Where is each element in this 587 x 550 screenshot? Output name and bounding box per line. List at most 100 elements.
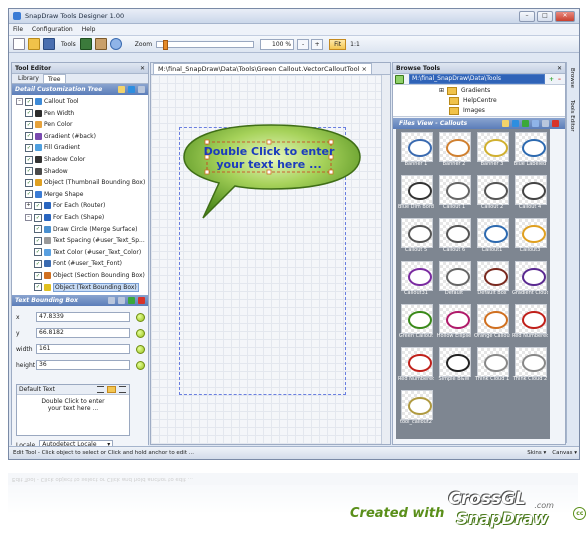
- menu-configuration[interactable]: Configuration: [32, 26, 73, 33]
- tree-refresh-icon[interactable]: [118, 86, 125, 93]
- thumbnail-item[interactable]: Green Callout: [398, 304, 434, 346]
- document-tab-close-icon[interactable]: ×: [361, 65, 366, 73]
- thumbnail-item[interactable]: Callout1: [474, 218, 510, 260]
- tree-item[interactable]: ✓ Merge Shape: [25, 190, 83, 199]
- menu-help[interactable]: Help: [82, 26, 96, 33]
- thumbnail-item[interactable]: Callout 4: [512, 175, 548, 217]
- dock-tab-tools-editor[interactable]: Tools Editor: [569, 100, 575, 132]
- expand-icon[interactable]: –: [16, 98, 23, 105]
- thumbnail-item[interactable]: Callout 2: [474, 175, 510, 217]
- menu-file[interactable]: File: [13, 26, 23, 33]
- tree-item[interactable]: ✓ Pen Width: [25, 109, 74, 118]
- tree-checkbox[interactable]: ✓: [25, 97, 33, 106]
- thumbnail-item[interactable]: Red Numbered: [512, 304, 548, 346]
- reset-icon[interactable]: [108, 297, 115, 304]
- resize-handle[interactable]: [266, 139, 272, 145]
- tree-item[interactable]: ✓ Text Color (#user_Text_Color): [34, 248, 141, 257]
- thumbnails-icon[interactable]: [502, 120, 509, 127]
- resize-handle[interactable]: [328, 169, 334, 175]
- pointer-tool-icon[interactable]: [79, 38, 92, 50]
- delete-file-icon[interactable]: [552, 120, 559, 127]
- add-icon[interactable]: [128, 297, 135, 304]
- expand-icon[interactable]: +: [25, 202, 32, 210]
- thumbnail-item[interactable]: Red Numbered 2: [398, 347, 434, 389]
- hand-tool-icon[interactable]: [94, 38, 107, 50]
- align-center-icon[interactable]: [107, 386, 116, 393]
- expand-icon[interactable]: –: [25, 214, 32, 221]
- path-select[interactable]: M:\final_SnapDraw\Data\Tools: [409, 74, 545, 84]
- thumbnail-item[interactable]: Default: [436, 261, 472, 303]
- delete-icon[interactable]: [138, 297, 145, 304]
- tree-checkbox[interactable]: ✓: [25, 167, 33, 176]
- tree-item[interactable]: ✓ Text Spacing (#user_Text_Sp...: [34, 236, 145, 245]
- remove-folder-icon[interactable]: –: [558, 76, 561, 83]
- resize-handle[interactable]: [204, 169, 210, 175]
- close-button[interactable]: ✕: [555, 10, 575, 22]
- save-icon[interactable]: [43, 38, 55, 50]
- zoom-slider[interactable]: [156, 39, 255, 50]
- callout-shape[interactable]: [183, 124, 361, 219]
- thumbnail-item[interactable]: Banner 3: [474, 132, 510, 174]
- tree-item[interactable]: ✓ Shadow Color: [25, 155, 85, 164]
- tree-item[interactable]: ✓ Object (Section Bounding Box): [34, 271, 145, 280]
- tab-tree[interactable]: Tree: [42, 74, 66, 83]
- tree-item[interactable]: + ✓ For Each (Router): [25, 201, 105, 210]
- tree-checkbox[interactable]: ✓: [34, 259, 42, 268]
- thumbnail-item[interactable]: Blue Dim Border: [398, 175, 434, 217]
- tree-checkbox[interactable]: ✓: [25, 155, 33, 164]
- tree-checkbox[interactable]: ✓: [34, 213, 42, 222]
- tree-checkbox[interactable]: ✓: [34, 225, 42, 234]
- prop-input[interactable]: 161: [36, 344, 130, 354]
- folder-item[interactable]: ⊞ Gradients: [439, 86, 490, 95]
- image-icon[interactable]: [532, 120, 539, 127]
- tree-checkbox[interactable]: ✓: [34, 236, 42, 245]
- tree-checkbox[interactable]: ✓: [25, 178, 33, 187]
- thumbnail-item[interactable]: tool_callout2: [398, 390, 434, 432]
- tree-item[interactable]: ✓ Fill Gradient: [25, 143, 80, 152]
- thumbnail-item[interactable]: Think Cloud 1: [474, 347, 510, 389]
- thumbnail-item[interactable]: Simple B&W: [436, 347, 472, 389]
- prop-input[interactable]: 47.8339: [36, 312, 130, 322]
- tree-item[interactable]: ✓ Object (Text Bounding Box): [34, 282, 139, 292]
- refresh-icon[interactable]: [522, 120, 529, 127]
- thumbnail-item[interactable]: Callout 5: [398, 218, 434, 260]
- resize-handle[interactable]: [328, 139, 334, 145]
- tree-checkbox[interactable]: ✓: [34, 201, 42, 210]
- one-to-one-button[interactable]: 1:1: [350, 41, 360, 48]
- zoom-value[interactable]: 100 %: [260, 38, 295, 50]
- tree-checkbox[interactable]: ✓: [34, 271, 42, 280]
- zoom-in-button[interactable]: +: [311, 38, 324, 50]
- magnifier-icon[interactable]: [109, 38, 122, 50]
- thumbnail-item[interactable]: Callout 6: [436, 218, 472, 260]
- folder-item[interactable]: Images: [449, 106, 485, 115]
- minimize-button[interactable]: –: [519, 10, 535, 22]
- tree-item[interactable]: ✓ Object (Thumbnail Bounding Box): [25, 178, 145, 187]
- zoom-out-button[interactable]: -: [297, 38, 310, 50]
- new-icon[interactable]: [13, 38, 25, 50]
- tree-item[interactable]: ✓ Font (#user_Text_Font): [34, 259, 122, 268]
- tree-up-icon[interactable]: [128, 86, 135, 93]
- resize-handle[interactable]: [204, 139, 210, 145]
- copy-icon[interactable]: [118, 297, 125, 304]
- tree-item[interactable]: – ✓ Callout Tool: [16, 97, 79, 106]
- thumbnail-item[interactable]: Gradient Cloud: [512, 261, 548, 303]
- tree-checkbox[interactable]: ✓: [25, 109, 33, 118]
- folder-item[interactable]: HelpCentre: [449, 96, 497, 105]
- thumbnail-item[interactable]: Banner 1: [398, 132, 434, 174]
- skins-menu[interactable]: Skins ▾: [527, 450, 546, 456]
- tree-item[interactable]: – ✓ For Each (Shape): [25, 213, 104, 222]
- canvas-menu[interactable]: Canvas ▾: [552, 450, 577, 456]
- tree-item[interactable]: ✓ Gradient (#back): [25, 132, 96, 141]
- thumbnail-item[interactable]: Callout31: [398, 261, 434, 303]
- add-folder-icon[interactable]: +: [549, 76, 554, 83]
- thumbnail-item[interactable]: Orange Callout: [474, 304, 510, 346]
- thumbnail-item[interactable]: Banner 2: [436, 132, 472, 174]
- tree-checkbox[interactable]: ✓: [25, 132, 33, 141]
- thumbnail-item[interactable]: Hollow Ellipse: [436, 304, 472, 346]
- dock-tab-browse[interactable]: Browse: [569, 68, 575, 88]
- align-left-icon[interactable]: [97, 386, 104, 393]
- fit-button[interactable]: Fit: [329, 38, 347, 50]
- zoom-slider-thumb[interactable]: [162, 39, 168, 50]
- thumbnail-item[interactable]: Callout3: [512, 218, 548, 260]
- tree-down-icon[interactable]: [138, 86, 145, 93]
